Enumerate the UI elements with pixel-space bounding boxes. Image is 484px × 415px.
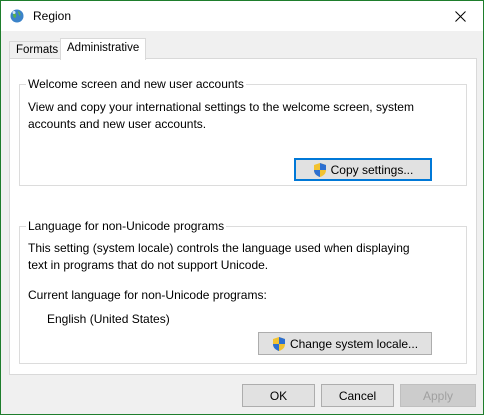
tab-panel-administrative: Welcome screen and new user accounts Vie… [9, 58, 477, 375]
region-dialog: Region Formats Administrative Welcome sc… [0, 0, 484, 415]
uac-shield-icon [313, 162, 326, 177]
uac-shield-icon [272, 336, 285, 351]
globe-icon [10, 9, 24, 23]
language-group-label: Language for non-Unicode programs [26, 219, 227, 233]
tab-administrative[interactable]: Administrative [60, 38, 147, 60]
welcome-screen-group: Welcome screen and new user accounts Vie… [19, 77, 467, 186]
cancel-button[interactable]: Cancel [321, 384, 394, 407]
welcome-group-label: Welcome screen and new user accounts [26, 77, 246, 91]
change-system-locale-label: Change system locale... [289, 336, 419, 351]
change-system-locale-button[interactable]: Change system locale... [258, 332, 432, 355]
title-bar[interactable]: Region [1, 1, 483, 31]
close-button[interactable] [437, 1, 483, 31]
language-description-line2: text in programs that do not support Uni… [28, 258, 269, 272]
ok-button[interactable]: OK [242, 384, 315, 407]
current-language-value: English (United States) [47, 312, 170, 326]
close-icon [454, 10, 466, 22]
tab-formats[interactable]: Formats [9, 41, 66, 59]
current-language-label: Current language for non-Unicode program… [28, 288, 267, 302]
apply-button[interactable]: Apply [400, 384, 476, 407]
welcome-description-line1: View and copy your international setting… [28, 100, 414, 114]
non-unicode-language-group: Language for non-Unicode programs This s… [19, 219, 467, 364]
copy-settings-button[interactable]: Copy settings... [294, 158, 432, 181]
language-description-line1: This setting (system locale) controls th… [28, 241, 410, 255]
window-title: Region [33, 9, 72, 23]
copy-settings-label: Copy settings... [330, 162, 414, 177]
welcome-description-line2: accounts and new user accounts. [28, 117, 207, 131]
